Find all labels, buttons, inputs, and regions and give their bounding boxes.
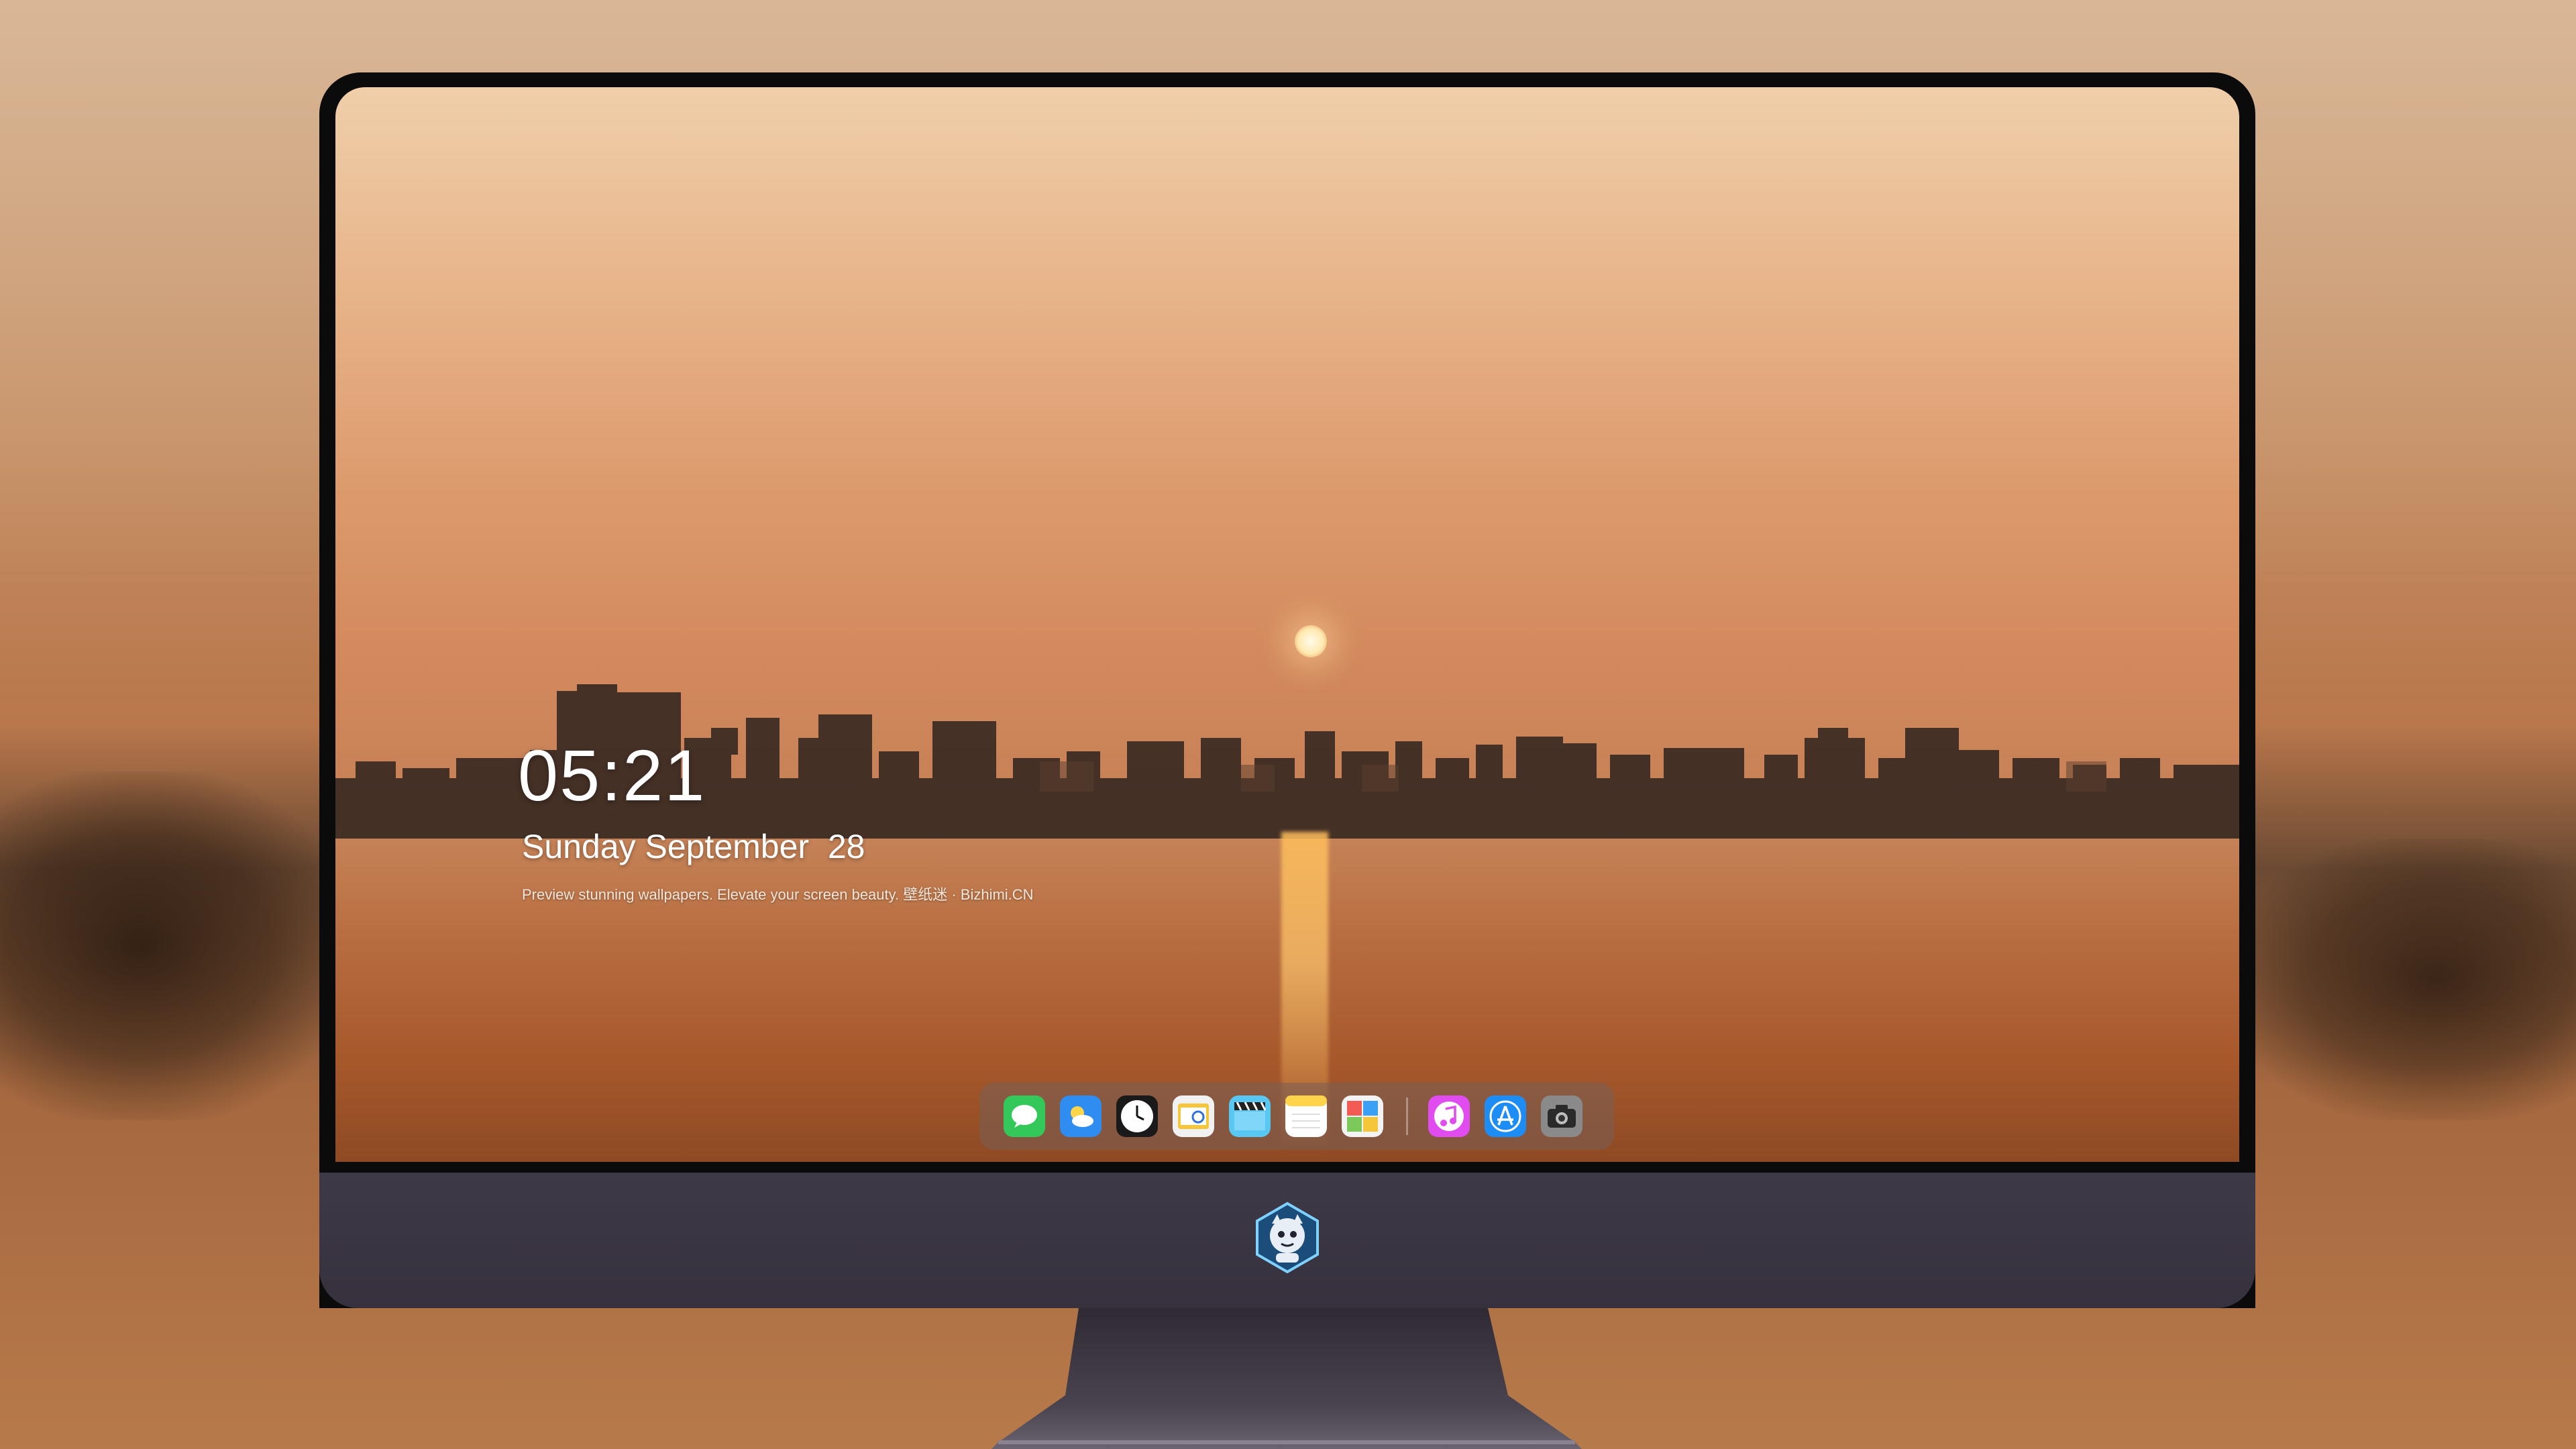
app-store-icon[interactable] bbox=[1485, 1095, 1526, 1137]
video-editor-icon[interactable] bbox=[1229, 1095, 1271, 1137]
photos-app-icon[interactable] bbox=[1342, 1095, 1383, 1137]
monitor-stand bbox=[991, 1308, 1582, 1449]
notes-icon[interactable] bbox=[1285, 1095, 1327, 1137]
mascot-logo-icon bbox=[1256, 1201, 1319, 1274]
monitor: 05:21 Sunday September 28 Preview stunni… bbox=[319, 72, 2255, 1308]
background-blur-right bbox=[2227, 839, 2576, 1120]
camera-icon[interactable] bbox=[1541, 1095, 1582, 1137]
sun bbox=[1295, 625, 1327, 657]
monitor-chin bbox=[319, 1173, 2255, 1308]
clock-icon[interactable] bbox=[1116, 1095, 1158, 1137]
music-icon[interactable] bbox=[1428, 1095, 1470, 1137]
dock bbox=[979, 1083, 1614, 1150]
weather-icon[interactable] bbox=[1060, 1095, 1102, 1137]
lock-date: Sunday September 28 bbox=[522, 828, 865, 865]
preview-icon[interactable] bbox=[1173, 1095, 1214, 1137]
lock-screen[interactable]: 05:21 Sunday September 28 Preview stunni… bbox=[335, 87, 2239, 1162]
lock-clock-time: 05:21 bbox=[518, 735, 706, 816]
dock-separator bbox=[1406, 1097, 1408, 1135]
background-blur-left bbox=[0, 771, 349, 1120]
messages-icon[interactable] bbox=[1004, 1095, 1045, 1137]
wallpaper-tagline: Preview stunning wallpapers. Elevate you… bbox=[522, 886, 1034, 903]
